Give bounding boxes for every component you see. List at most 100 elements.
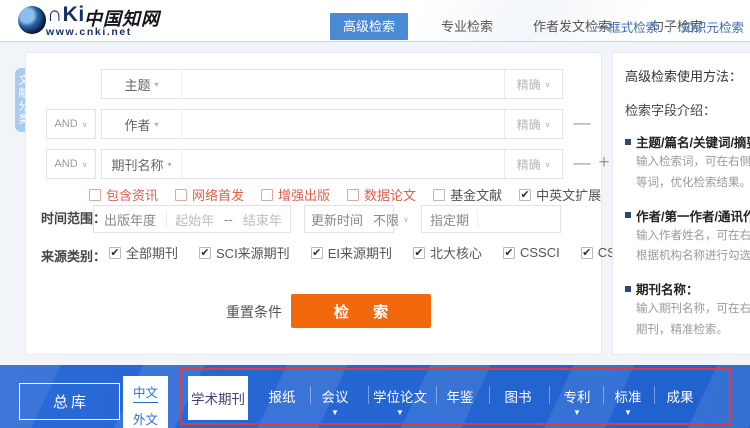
db-tab[interactable]: 图书 bbox=[505, 386, 532, 406]
tab-separator bbox=[549, 386, 550, 404]
search-term-input[interactable] bbox=[182, 150, 504, 178]
help-section-title: 主题/篇名/关键词/摘要/全文 bbox=[636, 132, 750, 151]
help-title: 高级检索使用方法： bbox=[625, 66, 750, 85]
publish-year-range-box: 出版年度 起始年 -- 结束年 bbox=[93, 205, 291, 233]
source-category-label: 来源类别： bbox=[41, 243, 106, 271]
db-tab[interactable]: 标准 bbox=[615, 386, 642, 406]
db-tab-active[interactable]: 学术期刊 bbox=[188, 376, 248, 420]
help-section-head: 作者/第一作者/通讯作者： bbox=[625, 206, 750, 225]
search-button[interactable]: 检 索 bbox=[291, 294, 431, 328]
db-tab[interactable]: 会议 bbox=[322, 386, 349, 406]
cnki-globe-icon bbox=[18, 6, 46, 34]
db-tab[interactable]: 年鉴 bbox=[447, 386, 474, 406]
filter-option[interactable]: 数据论文 bbox=[347, 185, 416, 204]
db-tab[interactable]: 成果 bbox=[667, 386, 694, 406]
year-dash: -- bbox=[222, 212, 235, 227]
tab-separator bbox=[489, 386, 490, 404]
help-section-text: 等词，优化检索结果。 bbox=[636, 175, 750, 193]
checkbox-label: 全部期刊 bbox=[126, 243, 178, 262]
field-name-select[interactable]: 期刊名称▾ bbox=[102, 150, 182, 178]
help-section: 基金：输入基金名称，可在推荐列表中勾选基金项目，精准检索。 bbox=[625, 353, 750, 355]
reset-conditions-button[interactable]: 重置条件 bbox=[226, 296, 282, 328]
help-section-text: 输入作者姓名，可在右侧同名作者 bbox=[636, 228, 750, 246]
chevron-down-icon[interactable]: ▼ bbox=[331, 408, 339, 417]
help-section-text: 输入期刊名称，可在右侧列表中勾选 bbox=[636, 301, 750, 319]
chevron-down-icon: ∨ bbox=[545, 120, 551, 129]
db-tab[interactable]: 专利 bbox=[564, 386, 591, 406]
filter-option[interactable]: 基金文献 bbox=[433, 185, 502, 204]
language-link[interactable]: 中文 bbox=[133, 382, 158, 403]
update-time-select[interactable]: 不限 bbox=[369, 210, 403, 229]
nav-tab-active[interactable]: 高级检索 bbox=[330, 13, 408, 40]
help-section-title: 期刊名称： bbox=[636, 279, 699, 298]
language-link[interactable]: 外文 bbox=[133, 409, 158, 428]
source-option[interactable]: EI来源期刊 bbox=[311, 243, 392, 262]
logic-operator-select[interactable]: AND∨ bbox=[46, 149, 96, 179]
chevron-down-icon[interactable]: ▼ bbox=[624, 408, 632, 417]
checkbox-label: 数据论文 bbox=[364, 185, 416, 204]
search-field-box: 主题▾ 精确∨ bbox=[101, 69, 563, 99]
source-option[interactable]: CSSCI bbox=[503, 243, 560, 262]
bullet-square-icon bbox=[625, 212, 631, 218]
checkbox-checked[interactable] bbox=[311, 247, 323, 259]
filter-option[interactable]: 网络首发 bbox=[175, 185, 244, 204]
tab-separator bbox=[368, 386, 369, 404]
checkbox-label: 网络首发 bbox=[192, 185, 244, 204]
chevron-down-icon[interactable]: ▼ bbox=[573, 408, 581, 417]
end-year-input[interactable]: 结束年 bbox=[235, 210, 290, 229]
search-term-input[interactable] bbox=[182, 70, 504, 98]
logic-operator-select[interactable]: AND∨ bbox=[46, 109, 96, 139]
chevron-down-icon[interactable]: ▼ bbox=[396, 408, 404, 417]
header-link[interactable]: 知识元检索 bbox=[681, 17, 744, 36]
db-tab[interactable]: 报纸 bbox=[269, 386, 296, 406]
total-library-button[interactable]: 总库 bbox=[19, 383, 120, 420]
database-bar: 总库 中文外文 学术期刊 报纸 会议 ▼ 学位论文 ▼ 年鉴 图书 专利 ▼ 标准 ▼ 成果 bbox=[0, 365, 750, 428]
help-section-text: 期刊，精准检索。 bbox=[636, 322, 750, 340]
nav-tab-item[interactable]: 专业检索 bbox=[434, 13, 500, 40]
db-tab[interactable]: 学位论文 bbox=[373, 386, 427, 406]
filter-option[interactable]: 包含资讯 bbox=[89, 185, 158, 204]
add-row-button[interactable]: + bbox=[594, 149, 614, 179]
source-option[interactable]: 全部期刊 bbox=[109, 243, 178, 262]
checkbox-checked[interactable] bbox=[503, 247, 515, 259]
checkbox-checked[interactable] bbox=[581, 247, 593, 259]
checkbox-unchecked[interactable] bbox=[261, 189, 273, 201]
remove-row-button[interactable]: — bbox=[572, 149, 592, 179]
update-time-box: 更新时间 不限 ∨ bbox=[304, 205, 394, 233]
search-condition-row: AND∨作者▾ 精确∨ — bbox=[26, 109, 603, 139]
chevron-down-icon: ∨ bbox=[545, 160, 551, 169]
field-name-select[interactable]: 主题▾ bbox=[102, 70, 182, 98]
match-mode-select[interactable]: 精确∨ bbox=[504, 150, 562, 178]
header-link[interactable]: 一框式检索 bbox=[596, 17, 659, 36]
publish-year-label[interactable]: 出版年度 bbox=[94, 210, 166, 229]
search-term-input[interactable] bbox=[182, 110, 504, 138]
issue-box: 指定期 bbox=[421, 205, 561, 233]
tab-separator bbox=[654, 386, 655, 404]
start-year-input[interactable]: 起始年 bbox=[167, 210, 222, 229]
filter-option[interactable]: 增强出版 bbox=[261, 185, 330, 204]
help-section-title: 基金： bbox=[636, 353, 674, 355]
help-section-head: 基金： bbox=[625, 353, 750, 355]
checkbox-checked[interactable] bbox=[519, 189, 531, 201]
help-intro: 检索字段介绍： bbox=[625, 100, 750, 119]
match-mode-select[interactable]: 精确∨ bbox=[504, 70, 562, 98]
checkbox-checked[interactable] bbox=[109, 247, 121, 259]
checkbox-unchecked[interactable] bbox=[433, 189, 445, 201]
logo-latin: ∩Ki bbox=[47, 3, 85, 27]
field-name-select[interactable]: 作者▾ bbox=[102, 110, 182, 138]
checkbox-checked[interactable] bbox=[413, 247, 425, 259]
source-option[interactable]: 北大核心 bbox=[413, 243, 482, 262]
checkbox-unchecked[interactable] bbox=[89, 189, 101, 201]
source-option[interactable]: SCI来源期刊 bbox=[199, 243, 290, 262]
remove-row-button[interactable]: — bbox=[572, 109, 592, 139]
checkbox-checked[interactable] bbox=[199, 247, 211, 259]
help-section-title: 作者/第一作者/通讯作者： bbox=[636, 206, 750, 225]
filter-option[interactable]: 中英文扩展 bbox=[519, 185, 601, 204]
match-mode-select[interactable]: 精确∨ bbox=[504, 110, 562, 138]
help-section-head: 主题/篇名/关键词/摘要/全文 bbox=[625, 132, 750, 151]
chevron-down-icon: ∨ bbox=[82, 160, 88, 169]
search-condition-row: 主题▾ 精确∨ bbox=[26, 69, 603, 99]
help-sidebar: 高级检索使用方法： 检索字段介绍： 主题/篇名/关键词/摘要/全文输入检索词，可… bbox=[612, 52, 750, 355]
checkbox-unchecked[interactable] bbox=[175, 189, 187, 201]
checkbox-unchecked[interactable] bbox=[347, 189, 359, 201]
